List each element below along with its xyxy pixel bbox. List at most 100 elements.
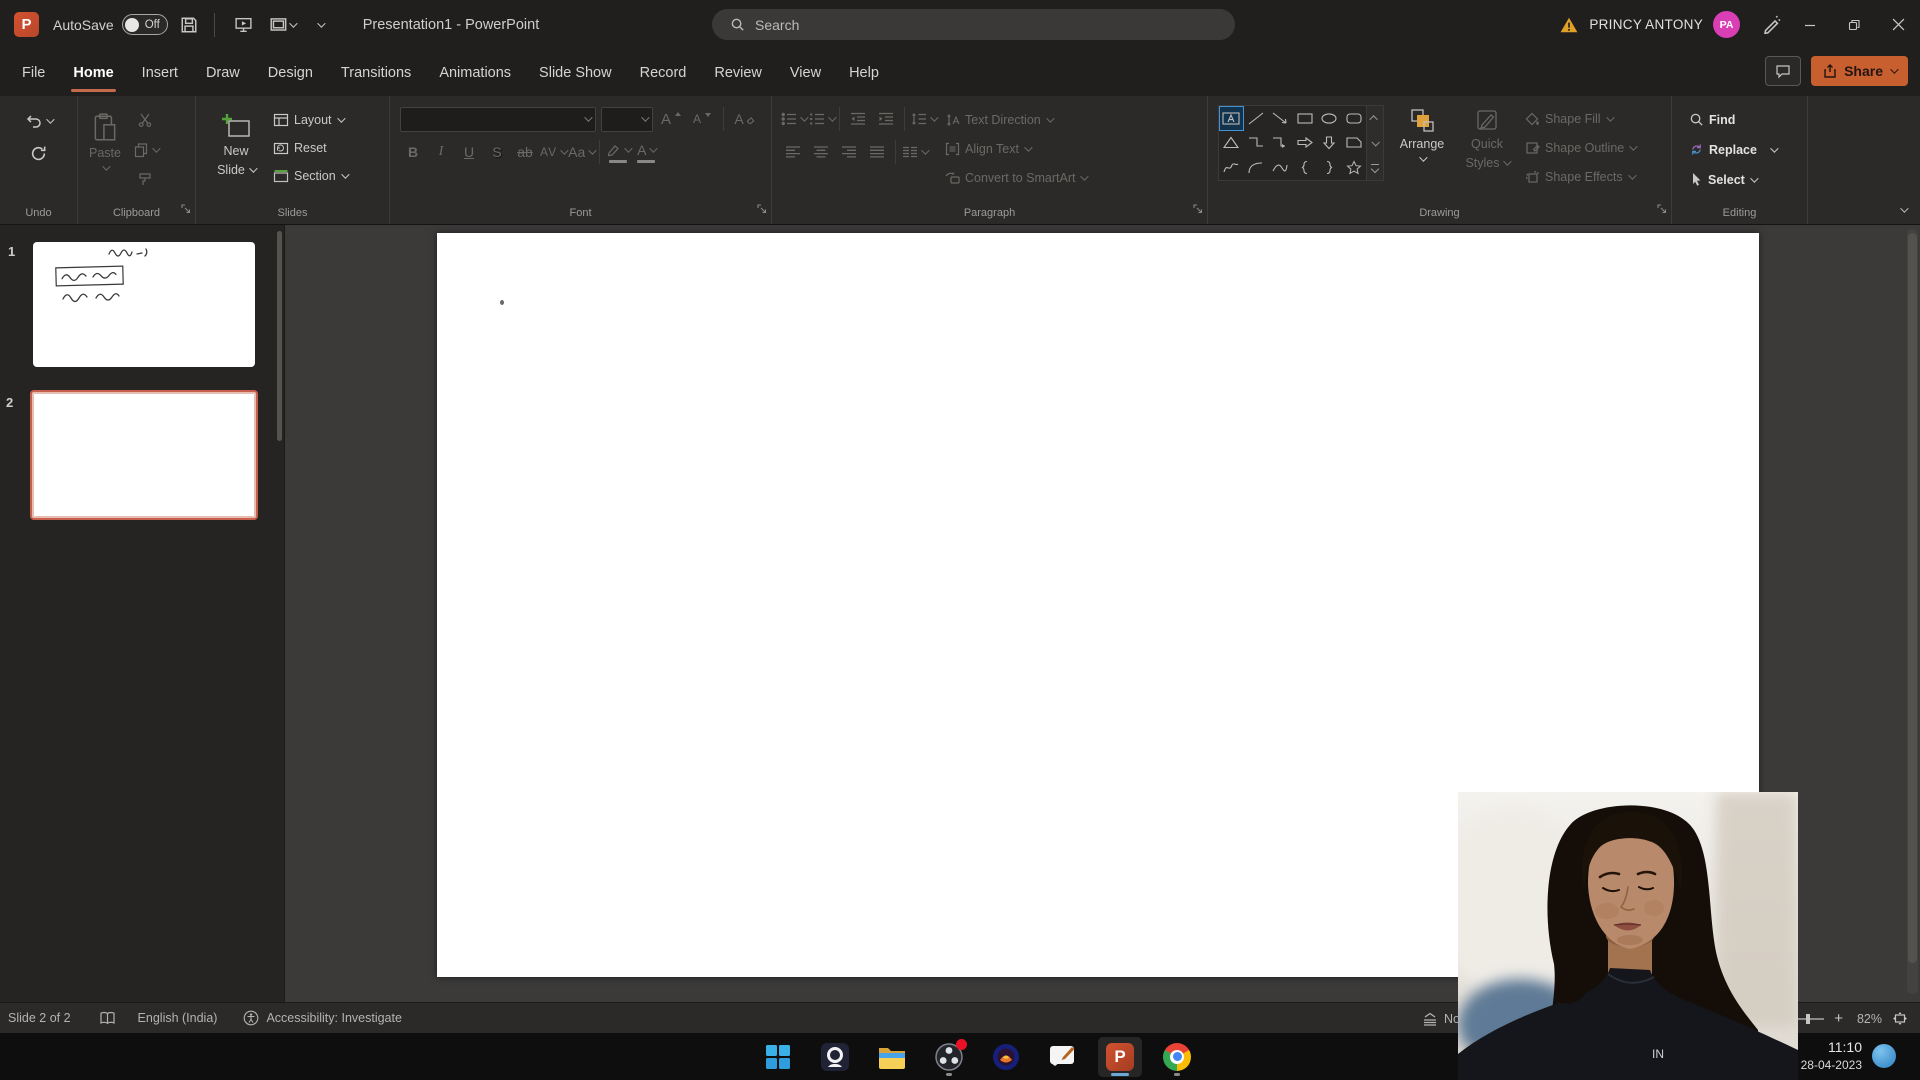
tab-help[interactable]: Help	[835, 49, 893, 96]
new-slide-button[interactable]: New Slide	[202, 105, 270, 188]
shape-oval[interactable]	[1317, 106, 1342, 131]
bold-button[interactable]: B	[400, 139, 426, 165]
shape-star[interactable]	[1342, 155, 1367, 180]
replace-button[interactable]: Replace	[1686, 137, 1807, 162]
scrollbar-handle[interactable]	[1908, 233, 1917, 963]
strikethrough-button[interactable]: ab	[512, 139, 538, 165]
text-direction-button[interactable]: Text Direction	[942, 107, 1089, 132]
share-button[interactable]: Share	[1811, 56, 1908, 86]
font-color-button[interactable]: A	[633, 139, 659, 165]
tray-notification-icon[interactable]	[1872, 1044, 1896, 1068]
shape-effects-button[interactable]: Shape Effects	[1522, 164, 1638, 189]
highlight-color-button[interactable]	[605, 139, 631, 165]
canvas-scrollbar[interactable]	[1907, 229, 1918, 994]
clipboard-dialog-launcher[interactable]	[181, 201, 191, 219]
cut-button[interactable]	[132, 107, 158, 133]
shape-rounded-rectangle[interactable]	[1342, 106, 1367, 131]
grow-font-button[interactable]: A	[658, 106, 684, 132]
tab-view[interactable]: View	[776, 49, 835, 96]
tab-transitions[interactable]: Transitions	[327, 49, 425, 96]
taskbar-clock[interactable]: 11:10 28-04-2023	[1801, 1038, 1862, 1073]
tab-home[interactable]: Home	[59, 49, 127, 96]
font-dialog-launcher[interactable]	[757, 201, 767, 219]
powerpoint-taskbar-button[interactable]: P	[1098, 1037, 1142, 1077]
align-right-button[interactable]	[836, 139, 862, 165]
increase-indent-button[interactable]	[873, 106, 899, 132]
camera-app-button[interactable]	[813, 1037, 857, 1077]
chrome-button[interactable]	[1155, 1037, 1199, 1077]
align-center-button[interactable]	[808, 139, 834, 165]
screen-preview-button[interactable]	[265, 8, 299, 42]
shape-elbow-connector[interactable]	[1244, 131, 1269, 156]
obs-studio-button[interactable]	[927, 1037, 971, 1077]
accessibility-button[interactable]: Accessibility: Investigate	[243, 1010, 401, 1026]
gallery-scroll-down[interactable]	[1366, 131, 1383, 156]
font-size-combo[interactable]	[601, 107, 653, 132]
tab-slide-show[interactable]: Slide Show	[525, 49, 626, 96]
slide-indicator[interactable]: Slide 2 of 2	[8, 1011, 71, 1025]
zoom-slider-handle[interactable]	[1806, 1014, 1810, 1024]
media-app-button[interactable]	[984, 1037, 1028, 1077]
undo-button[interactable]	[25, 108, 52, 134]
tab-file[interactable]: File	[8, 49, 59, 96]
warning-icon[interactable]	[1559, 16, 1579, 34]
autosave-toggle[interactable]: Off	[122, 14, 168, 35]
paragraph-dialog-launcher[interactable]	[1193, 201, 1203, 219]
shape-line-arrow[interactable]	[1268, 106, 1293, 131]
qat-customize-button[interactable]	[303, 8, 337, 42]
gallery-more-button[interactable]	[1366, 155, 1383, 180]
tab-design[interactable]: Design	[254, 49, 327, 96]
shape-scribble[interactable]	[1219, 155, 1244, 180]
tab-record[interactable]: Record	[626, 49, 701, 96]
redo-button[interactable]	[26, 140, 52, 166]
underline-button[interactable]: U	[456, 139, 482, 165]
shape-fill-button[interactable]: Shape Fill	[1522, 106, 1638, 131]
shape-right-brace[interactable]	[1317, 155, 1342, 180]
reset-button[interactable]: Reset	[270, 135, 350, 160]
shape-triangle[interactable]	[1219, 131, 1244, 156]
change-case-button[interactable]: Aa	[568, 139, 594, 165]
gallery-scroll-up[interactable]	[1366, 106, 1383, 131]
shape-right-arrow[interactable]	[1293, 131, 1318, 156]
align-text-button[interactable]: Align Text	[942, 136, 1089, 161]
shape-down-arrow[interactable]	[1317, 131, 1342, 156]
spellcheck-button[interactable]	[99, 1011, 116, 1026]
columns-button[interactable]	[901, 139, 927, 165]
collapse-ribbon-button[interactable]	[1900, 200, 1906, 218]
slide-thumbnail-1[interactable]	[33, 242, 255, 367]
drawing-dialog-launcher[interactable]	[1657, 201, 1667, 219]
select-button[interactable]: Select	[1686, 167, 1807, 192]
input-language-indicator[interactable]: IN	[1652, 1047, 1664, 1061]
tab-draw[interactable]: Draw	[192, 49, 254, 96]
comments-button[interactable]	[1765, 56, 1801, 86]
shape-line[interactable]	[1244, 106, 1269, 131]
save-button[interactable]	[172, 8, 206, 42]
tab-animations[interactable]: Animations	[425, 49, 525, 96]
shape-curve[interactable]	[1268, 155, 1293, 180]
character-spacing-button[interactable]: AV	[540, 139, 566, 165]
line-spacing-button[interactable]	[910, 106, 936, 132]
text-shadow-button[interactable]: S	[484, 139, 510, 165]
font-name-combo[interactable]	[400, 107, 596, 132]
fit-to-window-icon[interactable]	[1892, 1011, 1908, 1026]
format-painter-button[interactable]	[132, 167, 158, 193]
bullets-button[interactable]	[780, 106, 806, 132]
ink-editor-button[interactable]	[1754, 8, 1788, 42]
shape-rectangle[interactable]	[1293, 106, 1318, 131]
file-explorer-button[interactable]	[870, 1037, 914, 1077]
quick-styles-button[interactable]: Quick Styles	[1460, 96, 1514, 189]
clear-formatting-button[interactable]: A	[732, 106, 758, 132]
numbering-button[interactable]	[808, 106, 834, 132]
find-button[interactable]: Find	[1686, 107, 1807, 132]
close-button[interactable]	[1876, 0, 1920, 49]
tab-review[interactable]: Review	[700, 49, 776, 96]
shape-snip-rectangle[interactable]	[1342, 131, 1367, 156]
language-button[interactable]: English (India)	[138, 1011, 218, 1025]
decrease-indent-button[interactable]	[845, 106, 871, 132]
shape-outline-button[interactable]: Shape Outline	[1522, 135, 1638, 160]
minimize-button[interactable]	[1788, 0, 1832, 49]
shape-elbow-arrow[interactable]	[1268, 131, 1293, 156]
paste-button[interactable]: Paste	[78, 105, 132, 193]
shape-left-brace[interactable]	[1293, 155, 1318, 180]
italic-button[interactable]: I	[428, 139, 454, 165]
